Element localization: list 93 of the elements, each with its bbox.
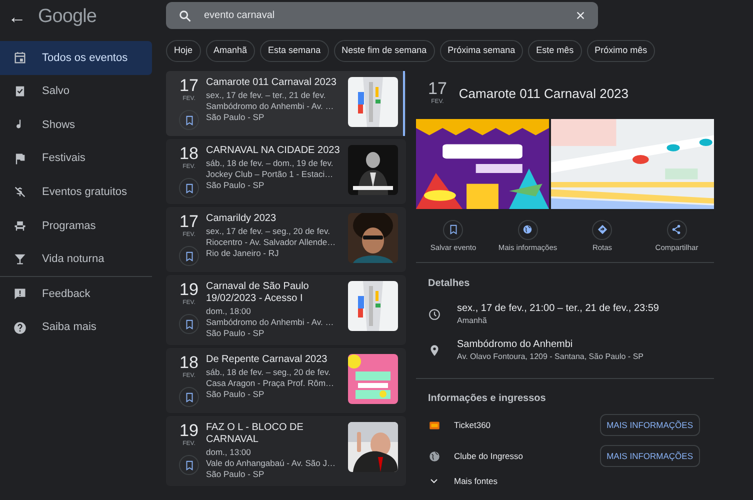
sidebar-item[interactable]: Feedback bbox=[0, 277, 152, 311]
event-title: CARNAVAL NA CIDADE 2023 bbox=[206, 145, 341, 157]
event-title: Camarote 011 Carnaval 2023 bbox=[458, 84, 629, 103]
filter-chip[interactable]: Próxima semana bbox=[440, 40, 524, 62]
bookmark-icon bbox=[184, 460, 194, 470]
event-info: sáb., 18 de fev. – seg., 20 de fev. bbox=[206, 367, 332, 378]
bookmark-icon bbox=[184, 182, 194, 194]
sidebar-item[interactable]: Programas bbox=[0, 208, 152, 243]
event-title: Carnaval de São Paulo 19/02/2023 - Acesso I bbox=[206, 281, 310, 305]
search-icon bbox=[178, 8, 192, 22]
event-info: Sambódromo do Anhembi - Av. … bbox=[206, 317, 335, 328]
sidebar-item[interactable]: Shows bbox=[0, 108, 152, 142]
event-day: 19 bbox=[180, 281, 198, 299]
sidebar-item[interactable]: Festivais bbox=[0, 142, 152, 176]
section-heading: Detalhes bbox=[427, 277, 471, 291]
bookmark-icon bbox=[184, 392, 194, 402]
event-info: São Paulo - SP bbox=[206, 112, 266, 123]
event-info: Sambódromo do Anhembi - Av. … bbox=[206, 101, 335, 112]
seat-icon bbox=[13, 218, 27, 233]
filter-chip[interactable]: Esta semana bbox=[260, 40, 329, 62]
calendar-icon bbox=[13, 50, 27, 65]
share-icon bbox=[671, 224, 682, 236]
source-name: Clube do Ingresso bbox=[454, 450, 524, 462]
event-info: dom., 13:00 bbox=[206, 447, 252, 458]
sidebar-item[interactable]: Saiba mais bbox=[0, 310, 152, 344]
event-info: Riocentro - Av. Salvador Allende… bbox=[206, 237, 337, 248]
event-title: Camarildy 2023 bbox=[206, 213, 278, 225]
section-heading: Informações e ingressos bbox=[427, 392, 547, 406]
sidebar-item[interactable]: Vida noturna bbox=[0, 242, 152, 276]
event-info: Jockey Club – Portão 1 - Estaci… bbox=[206, 169, 334, 180]
event-info: São Paulo - SP bbox=[206, 328, 266, 339]
bookmark-icon bbox=[448, 224, 459, 236]
filter-chip[interactable]: Hoje bbox=[166, 40, 201, 62]
more-info-button[interactable]: MAIS INFORMAÇÕES bbox=[600, 445, 700, 467]
close-icon[interactable] bbox=[575, 10, 586, 21]
cocktail-glass-icon bbox=[13, 252, 27, 266]
detail-subtext: Amanhã bbox=[457, 315, 488, 326]
event-title: FAZ O L - BLOCO DE CARNAVAL bbox=[206, 422, 304, 446]
event-info: Vale do Anhangabaú - Av. São J… bbox=[206, 458, 336, 469]
filter-chip[interactable]: Próximo mês bbox=[586, 40, 656, 62]
bookmark-button[interactable] bbox=[179, 246, 199, 266]
directions-icon bbox=[596, 224, 608, 236]
detail-subtext: Av. Olavo Fontoura, 1209 - Santana, São Paulo - SP bbox=[457, 351, 644, 362]
event-title: Camarote 011 Carnaval 2023 bbox=[206, 77, 338, 89]
location-pin-icon bbox=[428, 344, 441, 356]
feedback-icon bbox=[13, 286, 27, 301]
event-day: 18 bbox=[180, 354, 198, 372]
sidebar-item[interactable]: Salvo bbox=[0, 74, 152, 108]
event-info: Rio de Janeiro - RJ bbox=[206, 248, 280, 259]
bookmark-button[interactable] bbox=[179, 455, 199, 475]
selection-indicator bbox=[403, 71, 405, 136]
detail-text: Sambódromo do Anhembi bbox=[457, 338, 574, 351]
search-field[interactable]: evento carnaval bbox=[166, 2, 598, 29]
event-info: sex., 17 de fev. – seg., 20 de fev. bbox=[206, 226, 331, 237]
event-info: São Paulo - SP bbox=[206, 180, 266, 191]
filter-chip[interactable]: Amanhã bbox=[206, 40, 256, 62]
back-arrow[interactable]: ← bbox=[8, 8, 26, 26]
event-info: São Paulo - SP bbox=[206, 469, 266, 480]
help-icon bbox=[13, 320, 27, 335]
filter-chip[interactable]: Este mês bbox=[528, 40, 582, 62]
event-day: 17 bbox=[180, 213, 198, 231]
event-info: sex., 17 de fev. – ter., 21 de fev. bbox=[206, 90, 327, 101]
event-info: sáb., 18 de fev. – dom., 19 de fev. bbox=[206, 158, 334, 169]
bookmark-icon bbox=[184, 250, 194, 262]
bookmark-button[interactable] bbox=[179, 110, 199, 130]
event-day: 17 bbox=[428, 80, 447, 98]
crossed-dollar-icon bbox=[13, 185, 27, 200]
event-title: De Repente Carnaval 2023 bbox=[206, 354, 328, 366]
flag-icon bbox=[13, 152, 27, 166]
google-logo: Google bbox=[38, 4, 96, 29]
event-day: 17 bbox=[180, 77, 198, 95]
detail-text: sex., 17 de fev., 21:00 – ter., 21 de fev., 23:59 bbox=[457, 302, 659, 315]
source-name: Ticket360 bbox=[454, 418, 492, 432]
more-sources-button[interactable]: Mais fontes bbox=[416, 475, 714, 488]
globe-icon bbox=[522, 224, 534, 236]
filter-chip[interactable]: Neste fim de semana bbox=[334, 40, 435, 62]
bookmark-button[interactable] bbox=[179, 178, 199, 198]
more-info-button[interactable]: MAIS INFORMAÇÕES bbox=[600, 414, 700, 436]
bookmark-icon bbox=[184, 114, 194, 126]
event-day: 18 bbox=[180, 145, 198, 163]
sidebar-item[interactable]: Todos os eventos bbox=[0, 41, 152, 75]
globe-icon bbox=[428, 450, 441, 462]
sidebar-item[interactable]: Eventos gratuitos bbox=[0, 175, 152, 209]
bookmark-button[interactable] bbox=[179, 314, 199, 334]
clipboard-icon bbox=[13, 84, 27, 98]
event-info: São Paulo - SP bbox=[206, 389, 266, 400]
event-info: dom., 18:00 bbox=[206, 306, 252, 317]
bookmark-button[interactable] bbox=[179, 387, 199, 407]
event-info: Casa Aragon - Praça Prof. Rôm… bbox=[206, 378, 336, 389]
clock-icon bbox=[428, 308, 441, 320]
bookmark-icon bbox=[184, 318, 194, 330]
event-day: 19 bbox=[180, 422, 198, 440]
ticket-logo-icon bbox=[428, 418, 441, 432]
